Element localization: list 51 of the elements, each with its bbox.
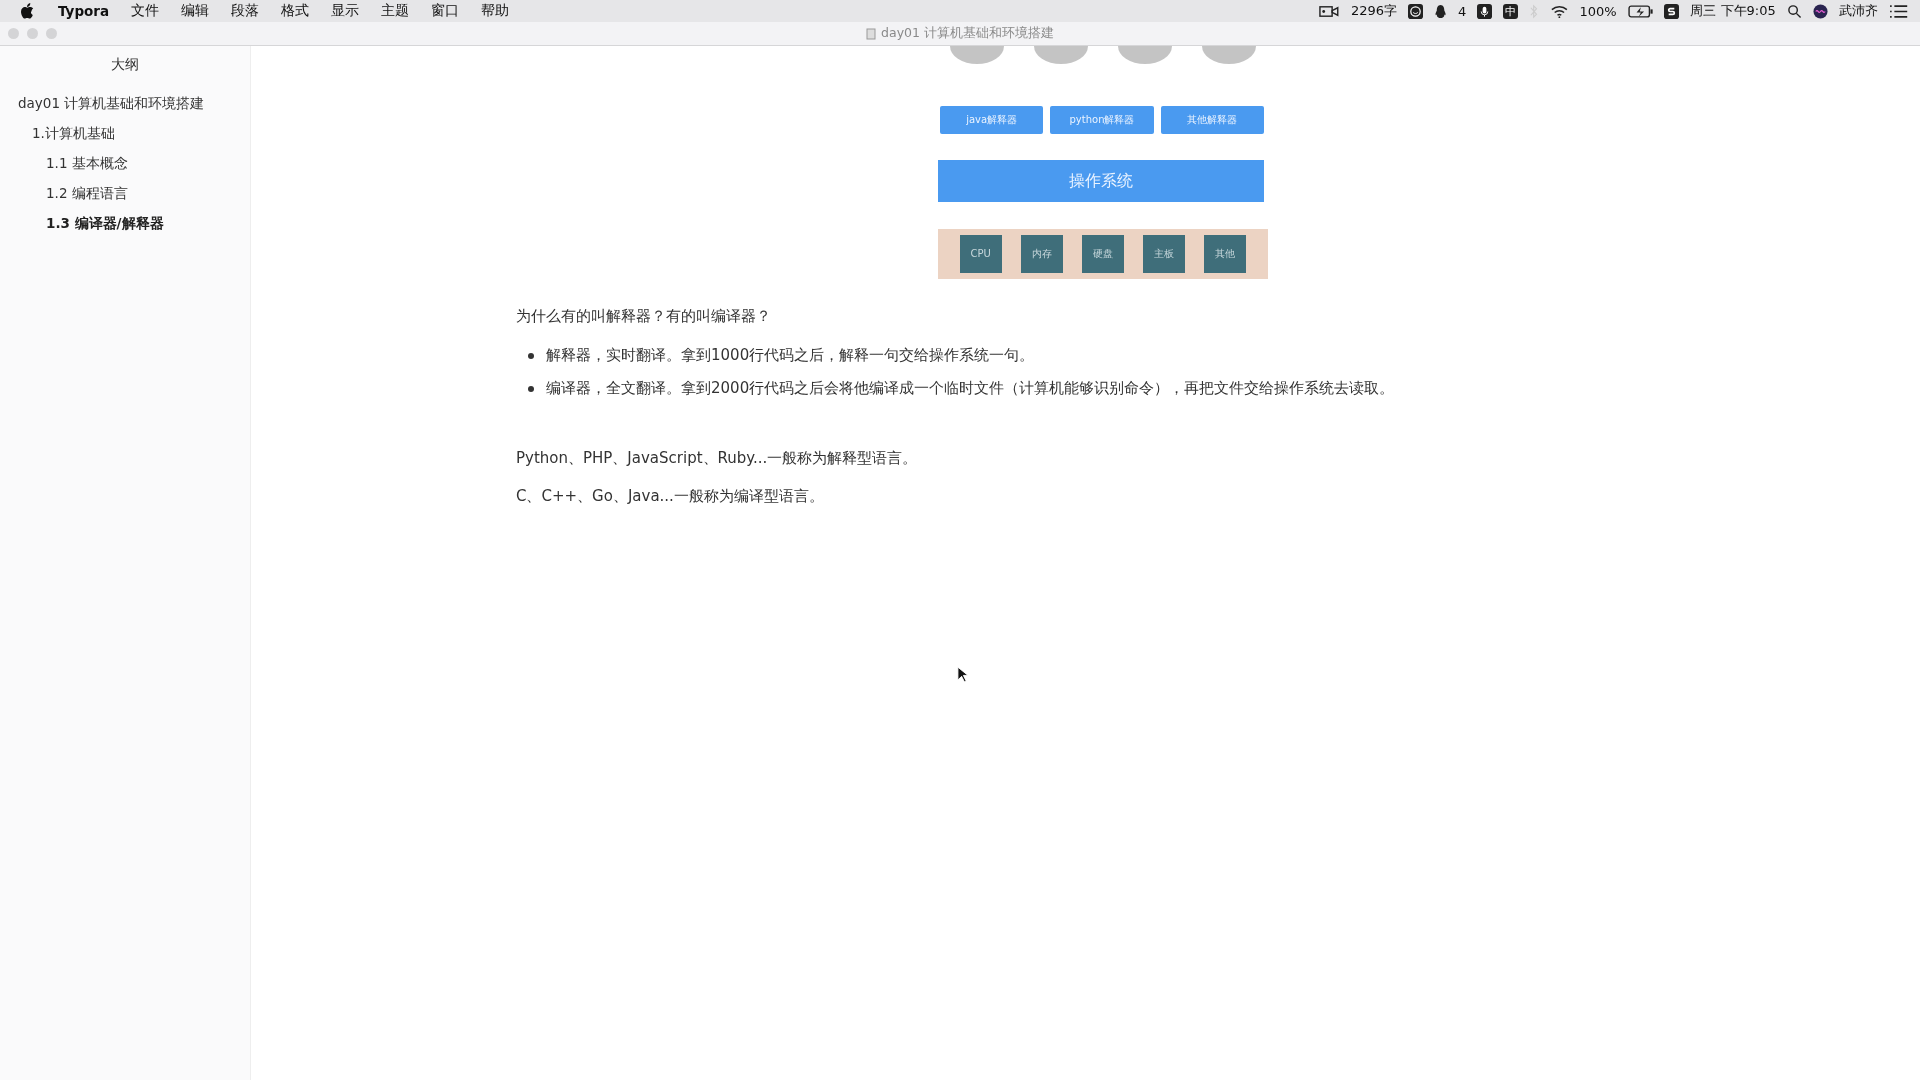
bullet-icon: [528, 385, 534, 392]
menu-item[interactable]: 主题: [381, 2, 410, 20]
hardware-block: 内存: [1020, 235, 1063, 273]
battery-icon[interactable]: [1627, 3, 1654, 19]
battery-percent[interactable]: 100%: [1579, 3, 1617, 19]
user-name[interactable]: 武沛齐: [1838, 2, 1878, 20]
menu-item[interactable]: 格式: [281, 2, 310, 20]
outline-item[interactable]: 1.计算机基础: [0, 118, 250, 148]
paragraph: C、C++、Go、Java...一般称为编译型语言。: [516, 486, 825, 507]
outline-item[interactable]: day01 计算机基础和环境搭建: [0, 88, 250, 118]
input-method-indicator[interactable]: 中: [1503, 3, 1519, 19]
app-s-icon[interactable]: [1664, 3, 1680, 19]
notification-count[interactable]: 4: [1458, 3, 1467, 19]
app-menu[interactable]: Typora: [58, 3, 110, 19]
interpreter-block: java解释器: [940, 106, 1044, 134]
search-icon[interactable]: [1786, 3, 1802, 19]
penguin-icon[interactable]: [1434, 3, 1448, 19]
hardware-block: 其他: [1204, 235, 1247, 273]
outline-item[interactable]: 1.1 基本概念: [0, 148, 250, 178]
menu-item[interactable]: 编辑: [181, 2, 210, 20]
paragraph: 为什么有的叫解释器？有的叫编译器？: [516, 306, 772, 327]
smiley-icon[interactable]: [1408, 3, 1423, 19]
menu-item[interactable]: 文件: [131, 2, 160, 20]
word-count[interactable]: 2296字: [1350, 2, 1397, 20]
paragraph: Python、PHP、JavaScript、Ruby...一般称为解释型语言。: [516, 448, 919, 469]
siri-icon[interactable]: [1812, 3, 1828, 19]
document-icon: [866, 27, 877, 40]
hardware-block: 主板: [1143, 235, 1186, 273]
hardware-block: CPU: [959, 235, 1002, 273]
menu-item[interactable]: 帮助: [481, 2, 510, 20]
list-icon[interactable]: [1888, 3, 1908, 19]
microphone-icon[interactable]: [1477, 3, 1493, 19]
video-camera-icon[interactable]: [1319, 3, 1340, 19]
menu-item[interactable]: 段落: [231, 2, 260, 20]
interpreter-block: 其他解释器: [1160, 106, 1264, 134]
clock[interactable]: 周三 下午9:05: [1690, 2, 1776, 20]
sidebar-title: 大纲: [110, 56, 140, 74]
wifi-icon[interactable]: [1549, 3, 1569, 19]
outline-item[interactable]: 1.3 编译器/解释器: [0, 208, 250, 238]
list-item: 编译器，全文翻译。拿到2000行代码之后会将他编译成一个临时文件（计算机能够识别命令），再把文件交给操作系统去读取。: [546, 379, 1395, 398]
os-block: 操作系统: [938, 160, 1264, 202]
apple-icon[interactable]: [20, 3, 34, 19]
interpreter-block: python解释器: [1050, 106, 1154, 134]
menu-item[interactable]: 显示: [331, 2, 360, 20]
hardware-block: 硬盘: [1081, 235, 1124, 273]
bullet-icon: [528, 352, 534, 359]
outline-item[interactable]: 1.2 编程语言: [0, 178, 250, 208]
list-item: 解释器，实时翻译。拿到1000行代码之后，解释一句交给操作系统一句。: [546, 346, 1035, 365]
mouse-cursor-icon: [957, 666, 968, 683]
window-title: day01 计算机基础和环境搭建: [881, 25, 1054, 42]
menu-item[interactable]: 窗口: [431, 2, 460, 20]
